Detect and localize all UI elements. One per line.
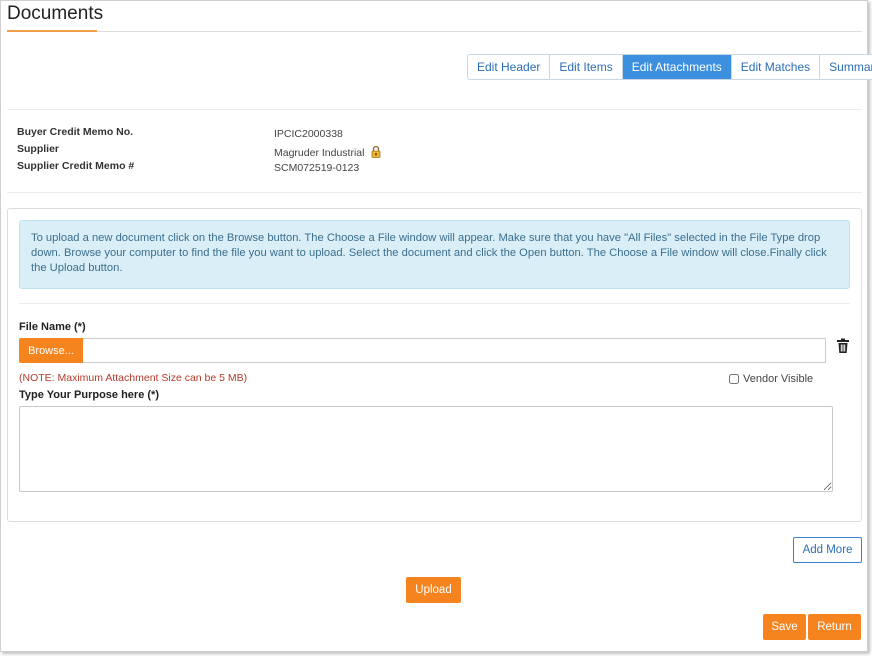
attachment-size-note: (NOTE: Maximum Attachment Size can be 5 … bbox=[19, 372, 248, 384]
page-title: Documents bbox=[7, 3, 104, 24]
file-name-field[interactable] bbox=[83, 338, 826, 363]
supplier-credit-memo-value: SCM072519-0123 bbox=[274, 162, 360, 174]
tab-edit-items[interactable]: Edit Items bbox=[550, 55, 623, 79]
return-button[interactable]: Return bbox=[808, 614, 861, 640]
buyer-credit-memo-value: IPCIC2000338 bbox=[274, 128, 343, 140]
upload-instructions: To upload a new document click on the Br… bbox=[19, 220, 850, 289]
vendor-visible-option[interactable]: Vendor Visible bbox=[729, 373, 813, 385]
vendor-visible-label: Vendor Visible bbox=[743, 373, 814, 385]
title-divider bbox=[7, 31, 862, 32]
trash-icon[interactable] bbox=[836, 338, 850, 354]
tab-edit-header[interactable]: Edit Header bbox=[468, 55, 551, 79]
add-more-button[interactable]: Add More bbox=[793, 537, 862, 563]
form-divider bbox=[19, 303, 850, 304]
lock-icon bbox=[371, 145, 381, 161]
file-name-label: File Name (*) bbox=[19, 321, 86, 333]
vendor-visible-checkbox[interactable] bbox=[729, 374, 739, 384]
file-picker: Browse... bbox=[19, 338, 826, 363]
section-divider bbox=[7, 192, 862, 193]
title-accent-underline bbox=[7, 30, 97, 32]
save-button[interactable]: Save bbox=[763, 614, 806, 640]
tab-edit-attachments[interactable]: Edit Attachments bbox=[622, 55, 732, 79]
tab-bar: Edit Header Edit Items Edit Attachments … bbox=[467, 54, 872, 80]
upload-button[interactable]: Upload bbox=[406, 577, 461, 603]
supplier-value-row: Magruder Industrial bbox=[274, 145, 381, 161]
buyer-credit-memo-label: Buyer Credit Memo No. bbox=[17, 126, 134, 138]
supplier-credit-memo-label: Supplier Credit Memo # bbox=[17, 160, 135, 172]
purpose-label: Type Your Purpose here (*) bbox=[19, 389, 159, 401]
browse-button[interactable]: Browse... bbox=[19, 338, 83, 363]
supplier-label: Supplier bbox=[17, 143, 60, 155]
supplier-value: Magruder Industrial bbox=[274, 147, 365, 159]
purpose-textarea[interactable] bbox=[19, 406, 833, 492]
section-divider bbox=[7, 109, 862, 110]
tab-edit-matches[interactable]: Edit Matches bbox=[731, 55, 821, 79]
tab-summary[interactable]: Summary bbox=[820, 55, 872, 79]
